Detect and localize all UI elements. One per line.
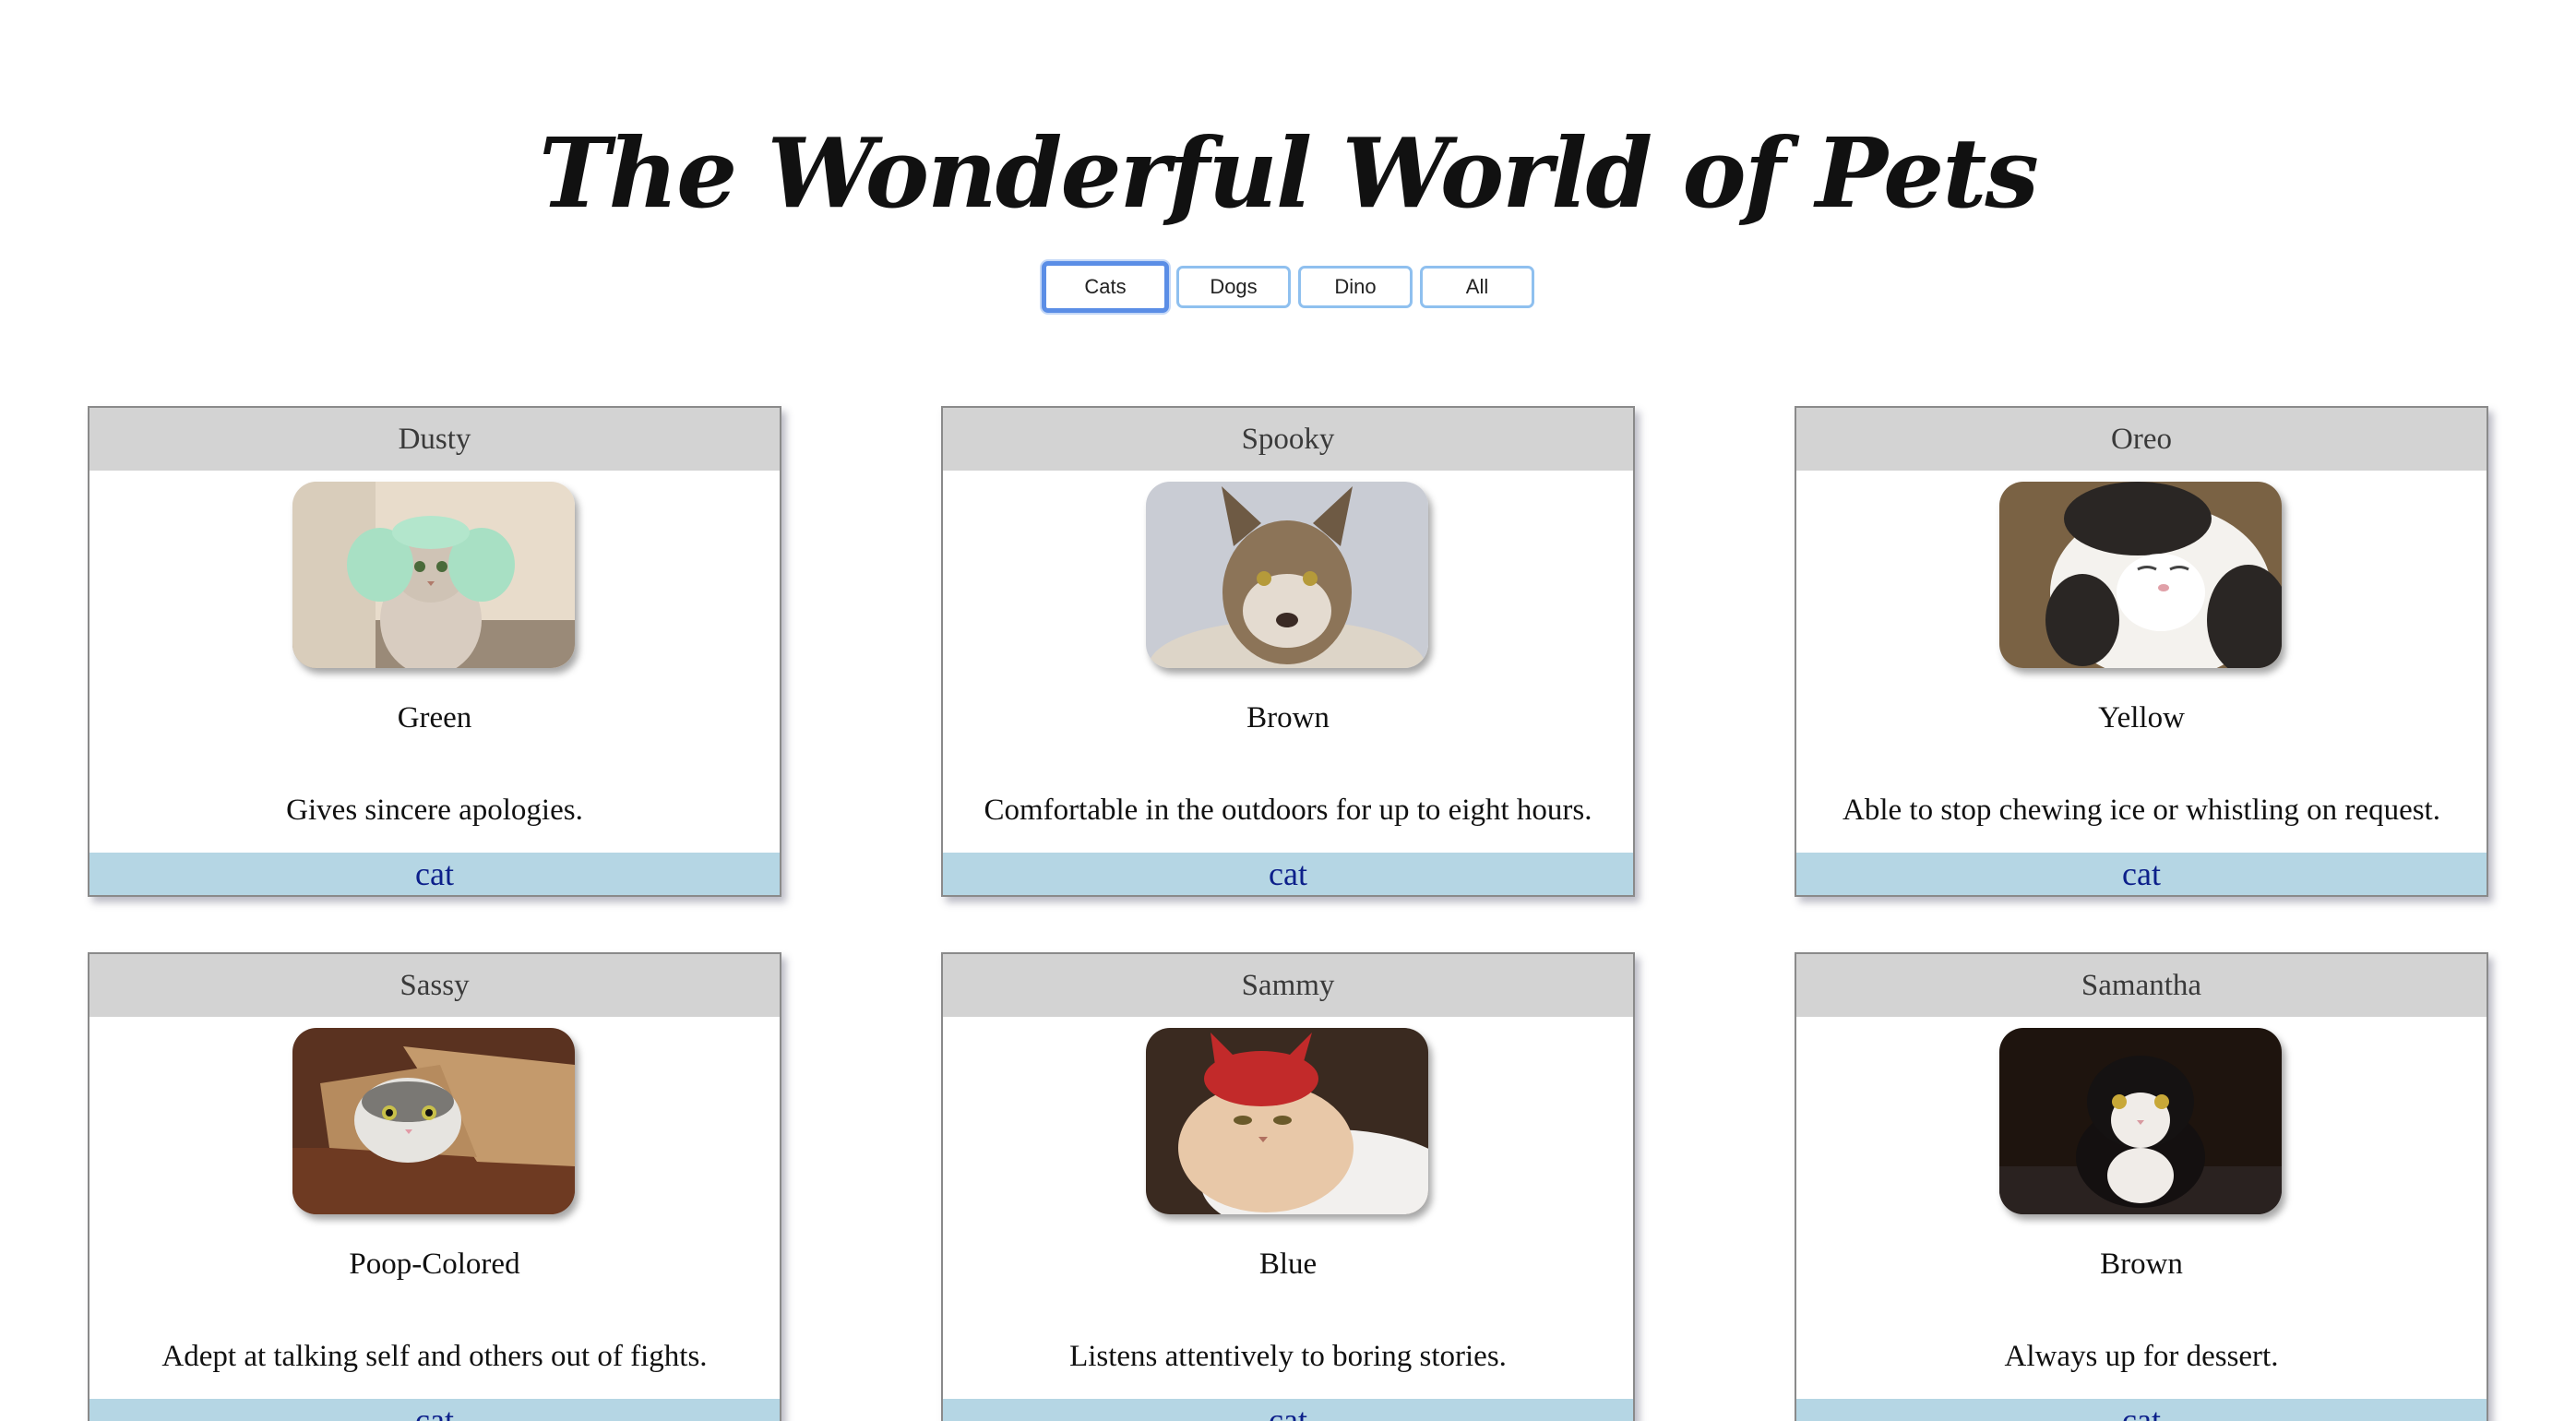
- pet-card: Dusty Green Gives sincere apologies. cat: [88, 406, 781, 897]
- pet-photo: [1146, 1028, 1428, 1214]
- pet-description: Adept at talking self and others out of …: [161, 1340, 708, 1373]
- pet-name: Spooky: [943, 408, 1633, 471]
- filter-cats-button[interactable]: Cats: [1042, 261, 1169, 313]
- pet-color: Green: [397, 701, 472, 734]
- filter-all-button[interactable]: All: [1420, 266, 1534, 308]
- pet-card: Samantha Brown Always up for dessert. ca…: [1795, 952, 2488, 1421]
- pet-photo: [1146, 482, 1428, 668]
- pet-grid: Dusty Green Gives sincere apologies. cat…: [88, 406, 2488, 1421]
- pet-type: cat: [943, 1399, 1633, 1421]
- pet-card: Oreo Yellow Able to stop chewing ice or …: [1795, 406, 2488, 897]
- pet-color: Brown: [2100, 1248, 2183, 1281]
- pet-name: Oreo: [1796, 408, 2487, 471]
- page-title: The Wonderful World of Pets: [539, 115, 2039, 230]
- pet-card: Spooky Brown Comfortable in the outdoors…: [941, 406, 1635, 897]
- pet-photo: [292, 482, 575, 668]
- pet-type: cat: [1796, 853, 2487, 895]
- pet-name: Sassy: [89, 954, 780, 1017]
- pet-type: cat: [89, 1399, 780, 1421]
- pet-color: Brown: [1246, 701, 1330, 734]
- pet-description: Listens attentively to boring stories.: [1069, 1340, 1507, 1373]
- filter-dino-button[interactable]: Dino: [1298, 266, 1413, 308]
- pet-name: Sammy: [943, 954, 1633, 1017]
- pet-color: Blue: [1258, 1248, 1318, 1281]
- pet-type: cat: [943, 853, 1633, 895]
- pet-description: Gives sincere apologies.: [286, 794, 583, 827]
- pet-name: Dusty: [89, 408, 780, 471]
- pet-color: Yellow: [2098, 701, 2185, 734]
- pet-description: Able to stop chewing ice or whistling on…: [1843, 794, 2440, 827]
- filter-bar: Cats Dogs Dino All: [0, 261, 2576, 313]
- pet-description: Comfortable in the outdoors for up to ei…: [984, 794, 1592, 827]
- pet-description: Always up for dessert.: [2004, 1340, 2279, 1373]
- pet-card: Sassy Poop-Colored Adept at talking self…: [88, 952, 781, 1421]
- pet-photo: [1999, 1028, 2282, 1214]
- pet-photo: [292, 1028, 575, 1214]
- pet-type: cat: [1796, 1399, 2487, 1421]
- pet-type: cat: [89, 853, 780, 895]
- pet-color: Poop-Colored: [349, 1248, 520, 1281]
- pet-card: Sammy Blue Listens attentively to boring…: [941, 952, 1635, 1421]
- pet-name: Samantha: [1796, 954, 2487, 1017]
- filter-dogs-button[interactable]: Dogs: [1176, 266, 1291, 308]
- pet-photo: [1999, 482, 2282, 668]
